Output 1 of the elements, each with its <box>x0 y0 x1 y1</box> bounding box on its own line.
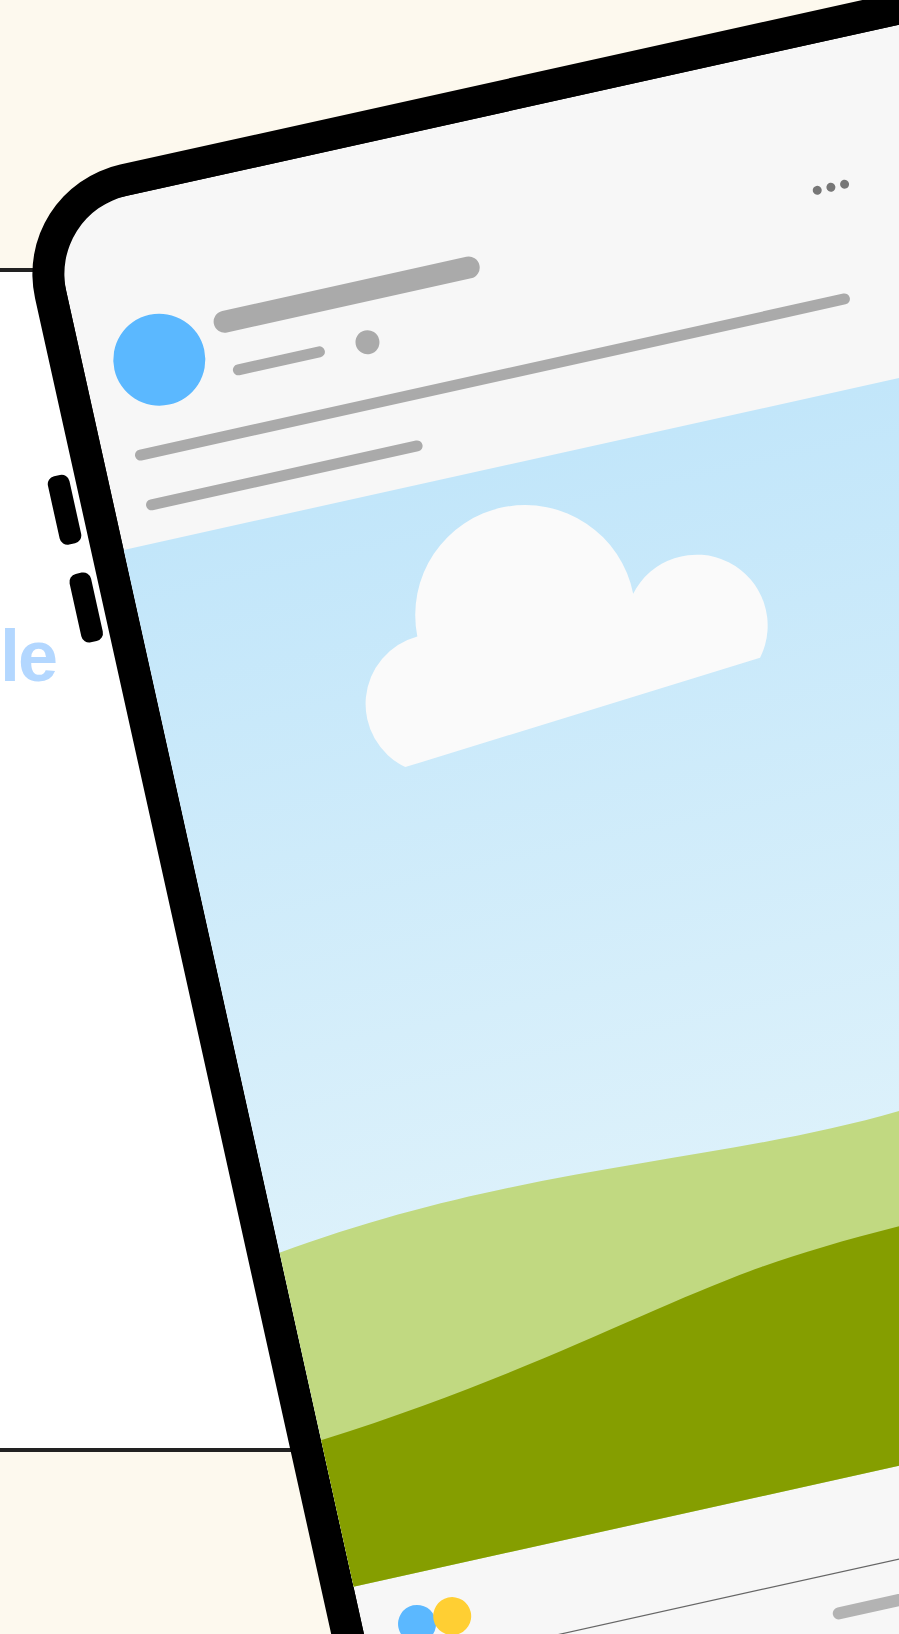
heading-text: le <box>0 615 58 692</box>
